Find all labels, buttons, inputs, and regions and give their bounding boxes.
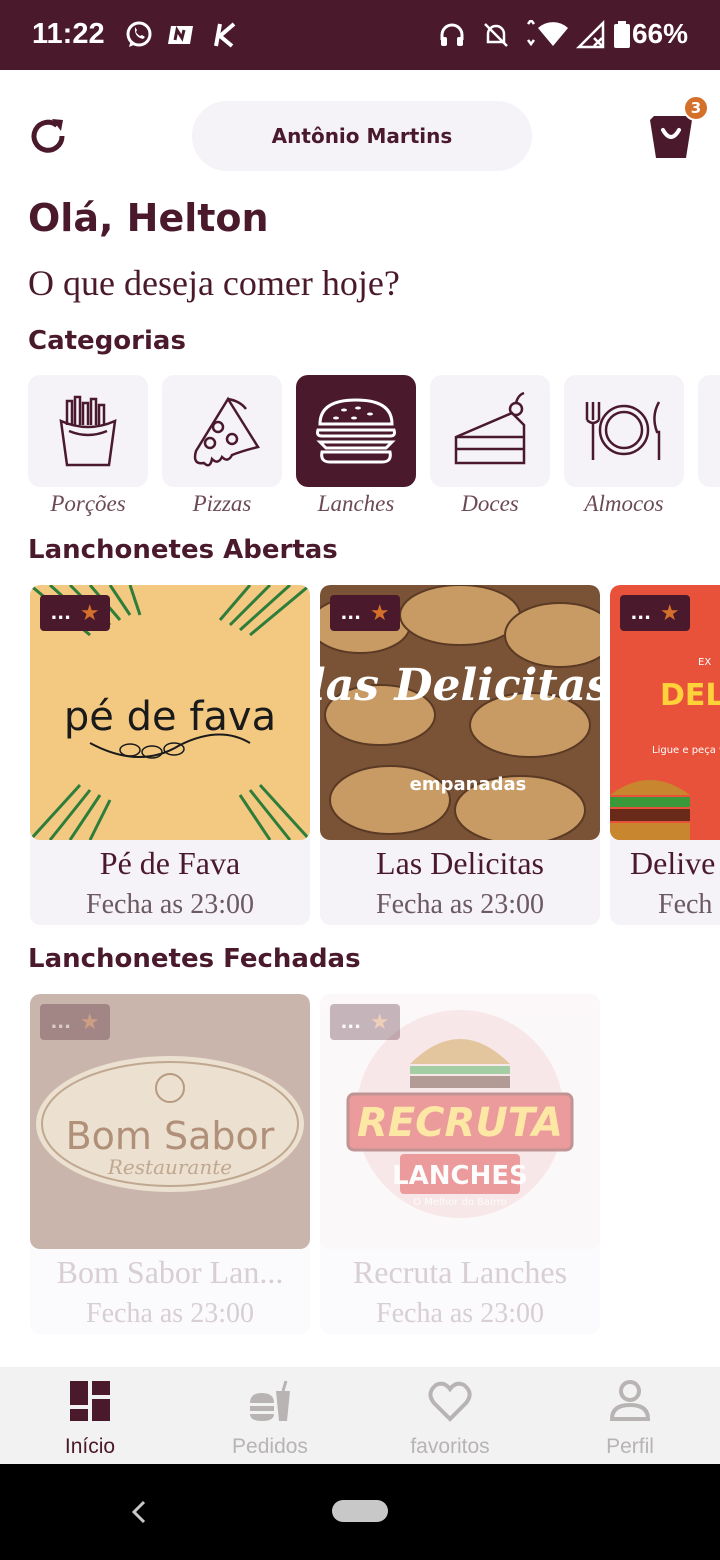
status-bar: 11:22 66% [0,0,720,70]
restaurant-hours: Fecha as 23:00 [86,1298,254,1329]
restaurant-card[interactable]: las Delicitas empanadas ... ★ Las Delici… [320,585,600,925]
person-icon [609,1380,651,1421]
headphones-icon [440,23,464,46]
rating-badge: ... ★ [330,595,400,631]
logo-text: pé de fava [64,694,276,740]
nav-inicio[interactable]: Início [0,1367,180,1464]
restaurant-name: Pé de Fava [99,845,241,881]
closed-restaurants-list: Bom Sabor Restaurante ... ★ Bom Sabor La… [30,994,720,1334]
refresh-icon[interactable] [26,114,70,158]
fries-icon [59,395,117,467]
nav-perfil[interactable]: Perfil [540,1367,720,1464]
battery-icon [614,21,630,48]
nav-label: Pedidos [232,1435,308,1458]
rating-badge: ... ★ [330,1004,400,1040]
app-k-icon [214,22,236,48]
heart-icon [428,1381,472,1422]
rating-badge: ... ★ [620,595,690,631]
subtitle: O que deseja comer hoje? [28,263,400,303]
star-icon: ★ [659,600,680,626]
rating-value: ... [630,602,651,624]
nav-label: favoritos [410,1435,490,1458]
back-icon[interactable] [126,1494,152,1530]
category-label: Lanches [317,491,395,516]
category-porcoes[interactable]: Porções [28,375,148,525]
wifi-icon [527,20,568,47]
logo-text: RECRUTA [357,1100,563,1146]
rating-value: ... [50,1011,71,1033]
logo-small: EX [698,657,711,668]
category-label: Pizzas [192,491,252,516]
cart-count-badge: 3 [683,95,709,121]
category-label: Porções [50,491,126,516]
open-restaurants-list: pé de fava ... ★ Pé de Fava Fecha as 23:… [30,585,720,925]
restaurant-name: Bom Sabor Lan... [56,1254,284,1290]
category-almocos[interactable]: Almocos [564,375,684,525]
bottom-navigation: Início Pedidos favoritos Perfil [0,1367,720,1464]
open-restaurants-title: Lanchonetes Abertas [28,535,338,565]
category-pizzas[interactable]: Pizzas [162,375,282,525]
category-label: Doces [461,491,519,516]
burger-icon [316,398,396,464]
nav-pedidos[interactable]: Pedidos [180,1367,360,1464]
category-label: Almocos [584,491,664,516]
closed-restaurants-title: Lanchonetes Fechadas [28,944,361,974]
restaurant-name: Recruta Lanches [352,1254,568,1290]
category-doces[interactable]: Doces [430,375,550,525]
restaurant-name: Delive [630,845,716,881]
restaurant-hours: Fech [658,889,713,920]
logo-small: O Melhor do Bairro [413,1197,507,1208]
signal-icon [576,20,605,49]
restaurant-card[interactable]: EX DEL LA Ligue e peça 9100-80 ... ★ Del… [610,585,720,925]
nav-label: Início [64,1435,116,1458]
logo-text: las Delicitas [320,660,600,711]
plate-icon [585,401,661,460]
rating-badge: ... ★ [40,595,110,631]
app-n-icon [168,26,193,44]
restaurant-hours: Fecha as 23:00 [376,1298,544,1329]
rating-value: ... [340,1011,361,1033]
home-pill[interactable] [332,1500,388,1522]
pizza-icon [193,396,260,467]
star-icon: ★ [79,600,100,626]
restaurant-name: Las Delicitas [376,845,544,881]
category-partial[interactable] [698,375,720,525]
restaurant-card[interactable]: pé de fava ... ★ Pé de Fava Fecha as 23:… [30,585,310,925]
whatsapp-icon [126,21,152,47]
star-icon: ★ [79,1009,100,1035]
star-icon: ★ [369,600,390,626]
status-time: 11:22 [32,18,105,50]
categories-list: Porções Pizzas Lanches Doces Almocos [28,375,720,525]
location-selector[interactable]: Antônio Martins [192,101,532,171]
logo-sub: Restaurante [107,1155,232,1179]
logo-sub: empanadas [410,774,527,795]
cake-icon [454,391,526,465]
restaurant-hours: Fecha as 23:00 [86,889,254,920]
battery-percent: 66% [631,18,688,49]
restaurant-card[interactable]: Bom Sabor Restaurante ... ★ Bom Sabor La… [30,994,310,1334]
rating-value: ... [50,602,71,624]
mute-icon [484,23,508,47]
logo-sub: LANCHES [392,1161,528,1191]
logo-text: DEL LA [660,678,720,713]
restaurant-hours: Fecha as 23:00 [376,889,544,920]
restaurant-card[interactable]: RECRUTA LANCHES O Melhor do Bairro ... ★… [320,994,600,1334]
greeting: Olá, Helton [28,196,269,240]
category-lanches[interactable]: Lanches [296,375,416,525]
categories-title: Categorias [28,326,186,356]
orders-icon [250,1380,290,1421]
star-icon: ★ [369,1009,390,1035]
rating-value: ... [340,602,361,624]
logo-text: Bom Sabor [66,1114,275,1158]
dashboard-icon [70,1381,110,1421]
rating-badge: ... ★ [40,1004,110,1040]
nav-favoritos[interactable]: favoritos [360,1367,540,1464]
nav-label: Perfil [606,1435,654,1458]
logo-phone: Ligue e peça 9100-80 [652,745,720,756]
